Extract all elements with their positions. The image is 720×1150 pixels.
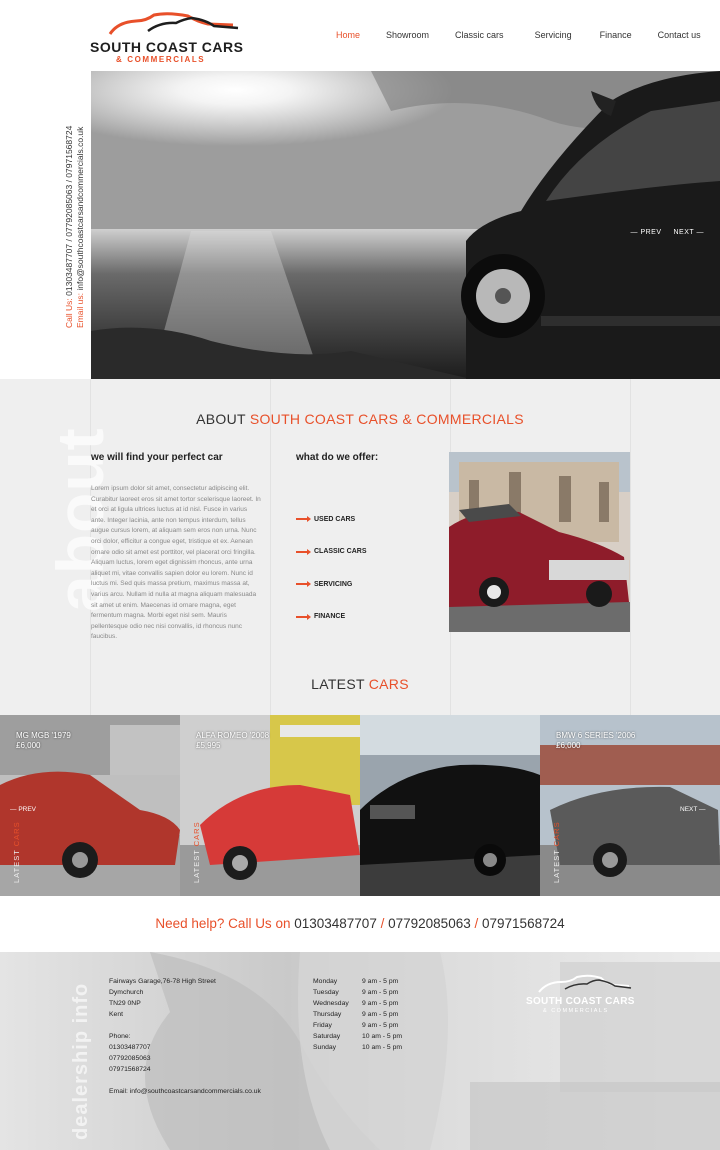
footer-phone[interactable]: 01303487707 [109, 1042, 261, 1053]
hours-row: Wednesday 9 am - 5 pm [313, 1000, 399, 1007]
arrow-right-icon [296, 613, 311, 620]
opening-hours: Monday 9 am - 5 pm Tuesday 9 am - 5 pm Wed… [313, 976, 402, 1053]
cars-next-button[interactable]: NEXT — [680, 806, 706, 813]
column-divider [270, 379, 271, 716]
logo-subtitle: & COMMERCIALS [116, 55, 206, 64]
logo[interactable]: SOUTH COAST CARS & COMMERCIALS [88, 12, 248, 64]
about-classic-car-photo [449, 452, 630, 632]
hero-next-button[interactable]: NEXT — [674, 229, 705, 236]
nav-home[interactable]: Home [336, 30, 360, 40]
main-nav: Home Showroom Classic cars Servicing Fin… [336, 30, 720, 40]
offer-list: USED CARS CLASSIC CARS SERVICING FINANCE [296, 503, 367, 633]
offer-servicing[interactable]: SERVICING [296, 568, 367, 601]
nav-classic-cars[interactable]: Classic cars [455, 30, 504, 40]
hours-row: Friday 9 am - 5 pm [313, 1022, 399, 1029]
footer-phone[interactable]: 07971568724 [109, 1064, 261, 1075]
footer: dealership info Fairways Garage,76-78 Hi… [0, 952, 720, 1150]
arrow-right-icon [296, 516, 311, 523]
footer-logo-car-icon [538, 974, 632, 993]
nav-contact-us[interactable]: Contact us [658, 30, 701, 40]
logo-title: SOUTH COAST CARS [90, 39, 244, 55]
call-band-number[interactable]: 07971568724 [482, 916, 565, 931]
about-col1-heading: we will find your perfect car [91, 452, 223, 463]
call-label: Call Us: [64, 298, 74, 328]
nav-showroom[interactable]: Showroom [386, 30, 429, 40]
footer-email[interactable]: Email: info@southcoastcarsandcommercials… [109, 1086, 261, 1097]
footer-logo[interactable]: SOUTH COAST CARS & COMMERCIALS [525, 974, 635, 1020]
about-col2-heading: what do we offer: [296, 452, 379, 463]
call-band: Need help? Call Us on 01303487707 / 0779… [0, 896, 720, 952]
about-paragraph: Lorem ipsum dolor sit amet, consectetur … [91, 485, 261, 641]
arrow-right-icon [296, 548, 311, 555]
arrow-right-icon [296, 581, 311, 588]
call-band-number[interactable]: 07792085063 [388, 916, 471, 931]
footer-phone[interactable]: 07792085063 [109, 1053, 261, 1064]
email-label: Email us: [75, 293, 85, 328]
logo-car-icon [108, 12, 239, 35]
cars-prev-button[interactable]: — PREV [10, 806, 36, 813]
car-card[interactable] [360, 715, 540, 896]
car-title: BMW 6 SERIES '2006 £6,000 [556, 731, 636, 750]
latest-cars-title: LATEST CARS [311, 676, 409, 692]
hours-row: Thursday 9 am - 5 pm [313, 1011, 399, 1018]
car-photo [360, 715, 540, 896]
car-title: MG MGB '1979 £6,000 [16, 731, 71, 750]
page: SOUTH COAST CARS & COMMERCIALS Home Show… [0, 0, 720, 1150]
footer-watermark: dealership info [70, 982, 92, 1140]
call-band-number[interactable]: 01303487707 [294, 916, 377, 931]
hero-prev-button[interactable]: — PREV [630, 229, 661, 236]
hours-row: Sunday 10 am - 5 pm [313, 1044, 403, 1051]
call-band-prefix: Need help? Call Us on [155, 916, 291, 931]
nav-finance[interactable]: Finance [600, 30, 632, 40]
call-numbers[interactable]: 01303487707 / 07792085063 / 07971568724 [64, 126, 74, 296]
offer-used-cars[interactable]: USED CARS [296, 503, 367, 536]
header: SOUTH COAST CARS & COMMERCIALS Home Show… [0, 0, 720, 70]
hero-image [91, 71, 720, 379]
hours-row: Tuesday 9 am - 5 pm [313, 989, 399, 996]
hero-controls: — PREV NEXT — [630, 229, 704, 236]
about-title: ABOUT SOUTH COAST CARS & COMMERCIALS [196, 411, 524, 427]
latest-cars-row: MG MGB '1979 £6,000 LATEST CARS ALFA ROME… [0, 715, 720, 896]
hours-row: Saturday 10 am - 5 pm [313, 1033, 403, 1040]
car-card[interactable]: ALFA ROMEO '2008 £5,995 LATEST CARS [180, 715, 360, 896]
column-divider [630, 379, 631, 716]
car-latest-label: LATEST CARS [12, 821, 21, 883]
hours-row: Monday 9 am - 5 pm [313, 978, 399, 985]
hero-slider: — PREV NEXT — [91, 71, 720, 379]
footer-logo-subtitle: & COMMERCIALS [543, 1008, 609, 1014]
nav-servicing[interactable]: Servicing [535, 30, 572, 40]
offer-finance[interactable]: FINANCE [296, 601, 367, 634]
email-link[interactable]: info@southcoastcarsandcommercials.co.uk [75, 127, 85, 291]
car-title: ALFA ROMEO '2008 £5,995 [196, 731, 270, 750]
car-latest-label: LATEST CARS [552, 821, 561, 883]
footer-logo-title: SOUTH COAST CARS [526, 996, 635, 1007]
vertical-contact: Call Us: 01303487707 / 07792085063 / 079… [64, 126, 86, 328]
car-latest-label: LATEST CARS [192, 821, 201, 883]
offer-classic-cars[interactable]: CLASSIC CARS [296, 536, 367, 569]
footer-address: Fairways Garage,76-78 High Street Dymchu… [109, 978, 261, 1097]
